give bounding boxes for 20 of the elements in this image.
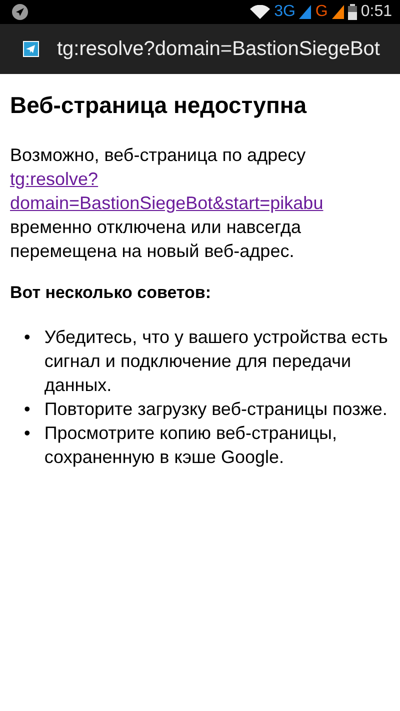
location-icon xyxy=(12,4,28,20)
tip-item: Просмотрите копию веб-страницы, сохраненную в кэше Google. xyxy=(44,422,338,469)
paragraph-text: Возможно, веб-страница по адресу xyxy=(10,144,307,167)
clock-time: 0:51 xyxy=(360,3,392,21)
bullet-mark: • xyxy=(24,326,30,349)
tip-item: Повторите загрузку веб-страницы позже. xyxy=(44,398,388,421)
paper-plane-icon xyxy=(23,41,39,57)
signal-icon xyxy=(332,5,344,19)
signal-icon xyxy=(299,5,312,19)
tip-item: Убедитесь, что у вашего устройства есть сигнал и подключение для передачи данных. xyxy=(44,326,389,397)
battery-icon xyxy=(348,4,357,20)
tips-heading: Вот несколько советов: xyxy=(10,283,212,303)
page-heading: Веб-страница недоступна xyxy=(10,92,308,119)
network-type: 3G xyxy=(274,3,296,21)
bullet-mark: • xyxy=(24,398,30,421)
page-link[interactable]: tg:resolve?domain=BastionSiegeBot&start=pikabu xyxy=(10,167,390,215)
bullet-mark: • xyxy=(24,422,30,445)
paragraph-text: временно отключена или навсегда перемещена на новый веб-адрес. xyxy=(10,216,302,263)
network-type: G xyxy=(315,3,328,21)
wifi-icon xyxy=(250,5,270,19)
